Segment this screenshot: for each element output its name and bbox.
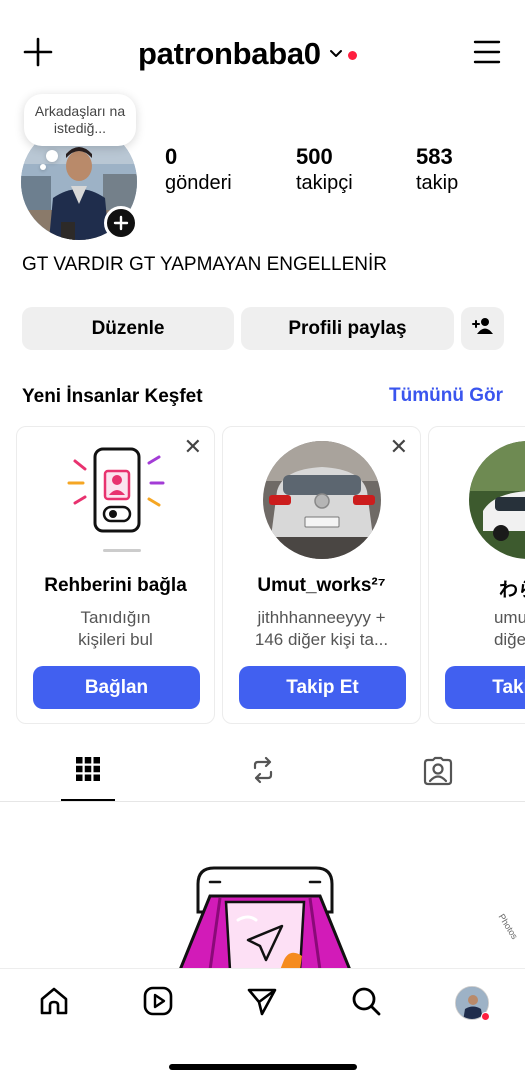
suggestion-avatar[interactable] [469,441,525,559]
card-subtitle-line2: diğer kişi [493,630,525,649]
bio: GT VARDIR GT YAPMAYAN ENGELLENİR [22,254,387,275]
side-text: Photos [496,912,520,942]
top-bar: patronbaba0 [0,30,525,76]
card-title: Umut_works²⁷ [257,575,386,596]
card-title: わらび [498,580,525,601]
connect-button[interactable]: Bağlan [33,666,200,709]
stat-followers[interactable]: 500 takipçi [296,144,353,196]
send-icon [246,985,278,1022]
repost-icon [249,756,277,789]
username: patronbaba0 [138,36,321,71]
note-bubble[interactable]: Arkadaşları na istediğ... [24,94,136,146]
following-count: 583 [416,144,453,169]
edit-profile-label: Düzenle [91,317,165,339]
follow-button[interactable]: Takip Et [445,666,525,709]
note-bubble-tail-small [40,164,46,170]
nav-search[interactable] [346,983,386,1023]
following-label: takip [416,172,459,194]
chevron-down-icon [329,46,343,64]
posts-label: gönderi [165,172,232,194]
card-subtitle: umut.pro diğer kişi [429,607,525,651]
follow-label: Takip Et [286,676,359,698]
discover-title: Yeni İnsanlar Keşfet [22,386,203,407]
tab-grid[interactable] [0,748,175,802]
card-subtitle: jithhhanneeyyy + 146 diğer kişi ta... [223,607,420,651]
discover-cards: ✕ Rehberini bağla Tanıdığın kişileri bul… [0,426,525,724]
contacts-card: ✕ Rehberini bağla Tanıdığın kişileri bul… [16,426,215,724]
stat-posts[interactable]: 0 gönderi [165,144,232,196]
stat-following[interactable]: 583 takip [416,144,458,196]
bottom-nav [0,968,525,1080]
search-icon [350,985,382,1022]
card-subtitle-line1: Tanıdığın [80,608,151,627]
discover-people-button[interactable] [461,307,504,350]
tab-tagged[interactable] [350,748,525,802]
home-indicator [169,1064,357,1070]
follow-label: Takip Et [492,676,525,698]
followers-count: 500 [296,144,333,169]
share-profile-label: Profili paylaş [288,317,407,339]
card-subtitle-line2: 146 diğer kişi ta... [254,630,389,649]
active-tab-indicator [61,799,115,801]
nav-direct[interactable] [242,983,282,1023]
person-add-icon [471,317,494,340]
hamburger-icon[interactable] [472,38,502,66]
plus-icon[interactable] [22,36,54,68]
grid-icon [75,756,101,787]
suggestion-card: ✕ Umut_works²⁷ jithhhanneeyyy + 146 diğe… [222,426,421,724]
connect-label: Bağlan [84,676,149,698]
suggestion-avatar[interactable] [263,441,381,559]
content-tabs [0,748,525,802]
close-icon[interactable]: ✕ [390,436,408,458]
card-title: Rehberini bağla [44,575,187,596]
followers-label: takipçi [296,172,353,194]
card-subtitle-line1: jithhhanneeyyy + [257,608,386,627]
note-text: Arkadaşları na istediğ... [34,103,126,136]
card-subtitle-line1: umut.pro [493,608,525,627]
nav-home[interactable] [34,983,74,1023]
edit-profile-button[interactable]: Düzenle [22,307,234,350]
posts-count: 0 [165,144,178,169]
close-icon[interactable]: ✕ [184,436,202,458]
follow-button[interactable]: Takip Et [239,666,406,709]
home-icon [38,985,70,1022]
suggestion-card: わらび umut.pro diğer kişi Takip Et [428,426,525,724]
card-subtitle: Tanıdığın kişileri bul [17,607,214,651]
card-subtitle-line2: kişileri bul [78,630,153,649]
contacts-illustration [57,441,175,559]
empty-state-illustration [150,860,380,970]
tab-reposts[interactable] [175,748,350,802]
notification-dot [347,50,357,60]
tagged-person-icon [423,756,453,791]
share-profile-button[interactable]: Profili paylaş [241,307,454,350]
see-all-link[interactable]: Tümünü Gör [389,385,503,407]
note-bubble-tail [46,150,58,162]
notification-dot [481,1012,490,1021]
nav-reels[interactable] [138,983,178,1023]
reels-icon [142,985,174,1022]
add-story-button[interactable] [104,206,138,240]
account-switcher[interactable]: patronbaba0 [138,34,357,74]
